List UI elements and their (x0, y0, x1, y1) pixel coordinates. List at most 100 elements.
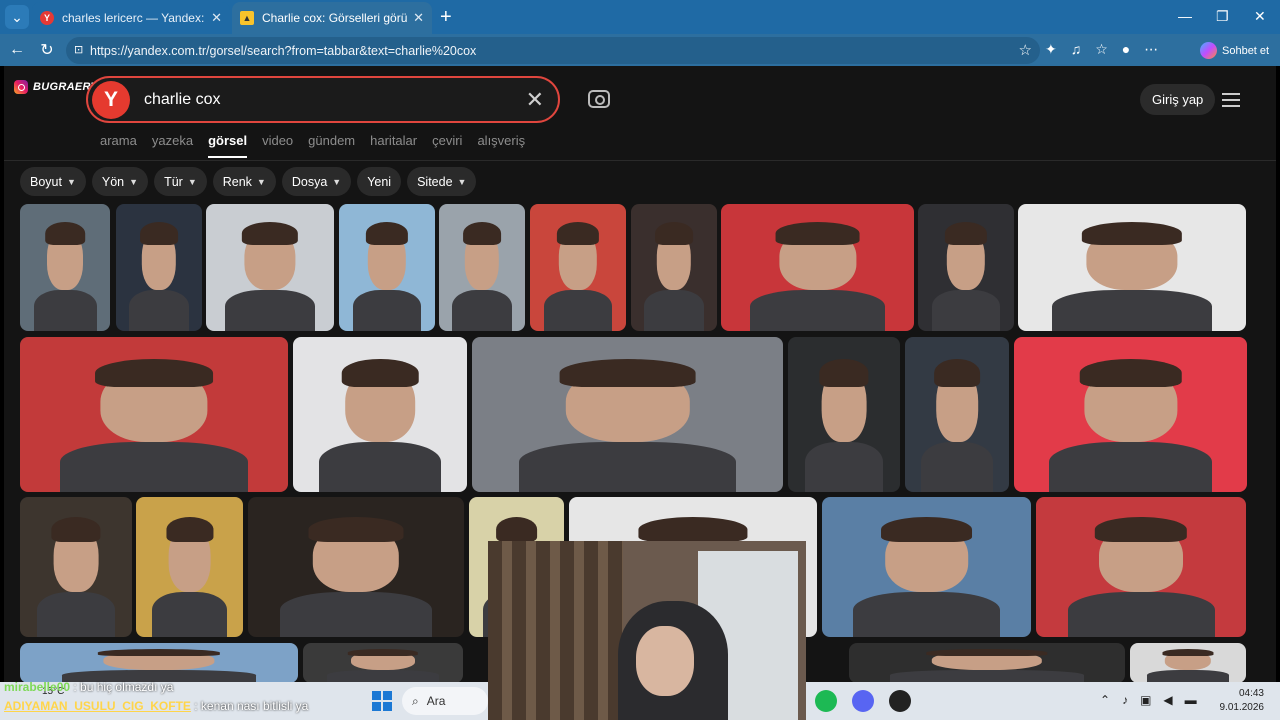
site-info-icon[interactable]: ⊡ (74, 43, 83, 56)
steam-icon[interactable] (889, 690, 911, 712)
image-thumbnail[interactable] (116, 204, 202, 331)
new-tab-plus-icon[interactable]: + (440, 7, 452, 27)
thumbnail-shoulders (152, 592, 227, 637)
image-thumbnail[interactable] (918, 204, 1014, 331)
image-thumbnail[interactable] (303, 643, 463, 682)
microphone-icon[interactable]: ♪ (1122, 693, 1128, 707)
thumbnail-shoulders (36, 592, 116, 637)
image-thumbnail[interactable] (136, 497, 243, 637)
tab-actions-chevron-icon[interactable]: ⌄ (5, 5, 29, 29)
login-button[interactable]: Giriş yap (1140, 84, 1216, 115)
search-box[interactable]: Y charlie cox ✕ (86, 76, 560, 123)
image-thumbnail[interactable] (905, 337, 1009, 492)
service-tab-5[interactable]: haritalar (370, 133, 417, 148)
back-arrow-icon[interactable]: ← (2, 41, 32, 59)
search-input[interactable]: charlie cox (144, 91, 526, 109)
filter-label: Yön (101, 174, 125, 189)
filter-chip-0[interactable]: Boyut ▼ (20, 167, 86, 196)
thumbnail-hair (45, 221, 85, 245)
windows-start-icon[interactable] (372, 691, 392, 711)
image-thumbnail[interactable] (472, 337, 783, 492)
clear-search-icon[interactable]: ✕ (526, 87, 544, 113)
menu-hamburger-icon[interactable] (1222, 93, 1240, 107)
chat-text: : bu hiç olmazdı ya (70, 680, 174, 694)
thumbnail-hair (638, 516, 748, 542)
service-tab-2[interactable]: görsel (208, 133, 248, 158)
close-icon[interactable]: ✕ (211, 10, 222, 26)
thumbnail-shoulders (327, 670, 439, 682)
service-tab-4[interactable]: gündem (308, 133, 355, 148)
chevron-down-icon: ▼ (256, 176, 266, 187)
thumbnail-hair (944, 221, 988, 245)
profile-avatar-icon[interactable]: ● (1122, 41, 1130, 58)
filter-chip-4[interactable]: Dosya ▼ (281, 167, 352, 196)
taskbar-clock[interactable]: 04:43 9.01.2026 (1218, 687, 1265, 715)
image-thumbnail[interactable] (339, 204, 435, 331)
filter-chip-1[interactable]: Yön ▼ (91, 167, 149, 196)
thumbnail-shoulders (932, 290, 1000, 331)
more-menu-icon[interactable]: ⋯ (1144, 41, 1158, 58)
image-thumbnail[interactable] (1036, 497, 1246, 637)
maximize-icon[interactable]: ❐ (1216, 8, 1229, 25)
taskbar-search[interactable]: ⌕ Ara (402, 687, 488, 715)
image-thumbnail[interactable] (293, 337, 467, 492)
close-icon[interactable]: ✕ (413, 10, 424, 26)
service-tab-0[interactable]: arama (100, 133, 137, 148)
image-thumbnail[interactable] (530, 204, 626, 331)
thumbnail-hair (165, 516, 214, 542)
filter-chip-5[interactable]: Yeni (357, 167, 402, 196)
thumbnail-shoulders (319, 442, 441, 492)
favorite-star-icon[interactable]: ☆ (1019, 41, 1032, 59)
chat-message: mirabelle00 : bu hiç olmazdı ya (4, 678, 308, 697)
filter-chip-2[interactable]: Tür ▼ (154, 167, 207, 196)
image-thumbnail[interactable] (1014, 337, 1247, 492)
tab-yandex-search[interactable]: Y charles lericerc — Yandex: 15 bin s ✕ (32, 2, 230, 34)
image-thumbnail[interactable] (248, 497, 464, 637)
image-thumbnail[interactable] (206, 204, 334, 331)
thumbnail-hair (97, 648, 221, 656)
chevron-up-icon[interactable]: ⌃ (1100, 693, 1110, 707)
copilot-button[interactable]: Sohbet et (1200, 42, 1269, 59)
yandex-logo-icon[interactable]: Y (92, 80, 130, 119)
image-thumbnail[interactable] (20, 497, 132, 637)
thumbnail-shoulders (1147, 670, 1229, 682)
read-aloud-icon[interactable]: ♫ (1071, 41, 1082, 58)
image-thumbnail[interactable] (721, 204, 914, 331)
image-thumbnail[interactable] (822, 497, 1031, 637)
image-thumbnail[interactable] (20, 204, 110, 331)
favorites-icon[interactable]: ☆ (1095, 41, 1108, 58)
services-nav: arama yazeka görsel video gündem haritalar çev… (100, 133, 525, 158)
close-window-icon[interactable]: ✕ (1254, 8, 1266, 25)
thumbnail-hair (775, 221, 860, 245)
network-icon[interactable]: ▣ (1140, 693, 1151, 707)
minimize-icon[interactable]: — (1178, 8, 1192, 24)
chevron-down-icon: ▼ (129, 176, 139, 187)
service-tab-6[interactable]: çeviri (432, 133, 462, 148)
tab-title: Charlie cox: Görselleri görüntüleyin (262, 11, 408, 25)
image-thumbnail[interactable] (1130, 643, 1246, 682)
url-bar[interactable]: ⊡ https://yandex.com.tr/gorsel/search?fr… (66, 37, 1040, 64)
service-tab-3[interactable]: video (262, 133, 293, 148)
tab-charlie-cox-images[interactable]: ▲ Charlie cox: Görselleri görüntüleyin ✕ (232, 2, 432, 34)
thumbnail-hair (140, 221, 178, 245)
image-thumbnail[interactable] (20, 337, 288, 492)
camera-search-icon[interactable] (588, 90, 610, 108)
service-tab-1[interactable]: yazeka (152, 133, 193, 148)
thumbnail-shoulders (353, 290, 421, 331)
service-tab-7[interactable]: alışveriş (477, 133, 525, 148)
image-thumbnail[interactable] (849, 643, 1125, 682)
extensions-puzzle-icon[interactable]: ✦ (1045, 41, 1057, 58)
image-thumbnail[interactable] (631, 204, 717, 331)
image-thumbnail[interactable] (788, 337, 900, 492)
spotify-icon[interactable] (815, 690, 837, 712)
reload-icon[interactable]: ↻ (32, 40, 62, 60)
discord-icon[interactable] (852, 690, 874, 712)
image-thumbnail[interactable] (1018, 204, 1246, 331)
filter-chip-3[interactable]: Renk ▼ (212, 167, 276, 196)
image-thumbnail[interactable] (20, 643, 298, 682)
battery-icon[interactable]: ▬ (1185, 693, 1197, 707)
volume-icon[interactable]: ◀ (1163, 693, 1172, 707)
filter-chip-6[interactable]: Sitede ▼ (407, 167, 477, 196)
screen: ⌄ Y charles lericerc — Yandex: 15 bin s … (0, 0, 1280, 720)
image-thumbnail[interactable] (439, 204, 525, 331)
